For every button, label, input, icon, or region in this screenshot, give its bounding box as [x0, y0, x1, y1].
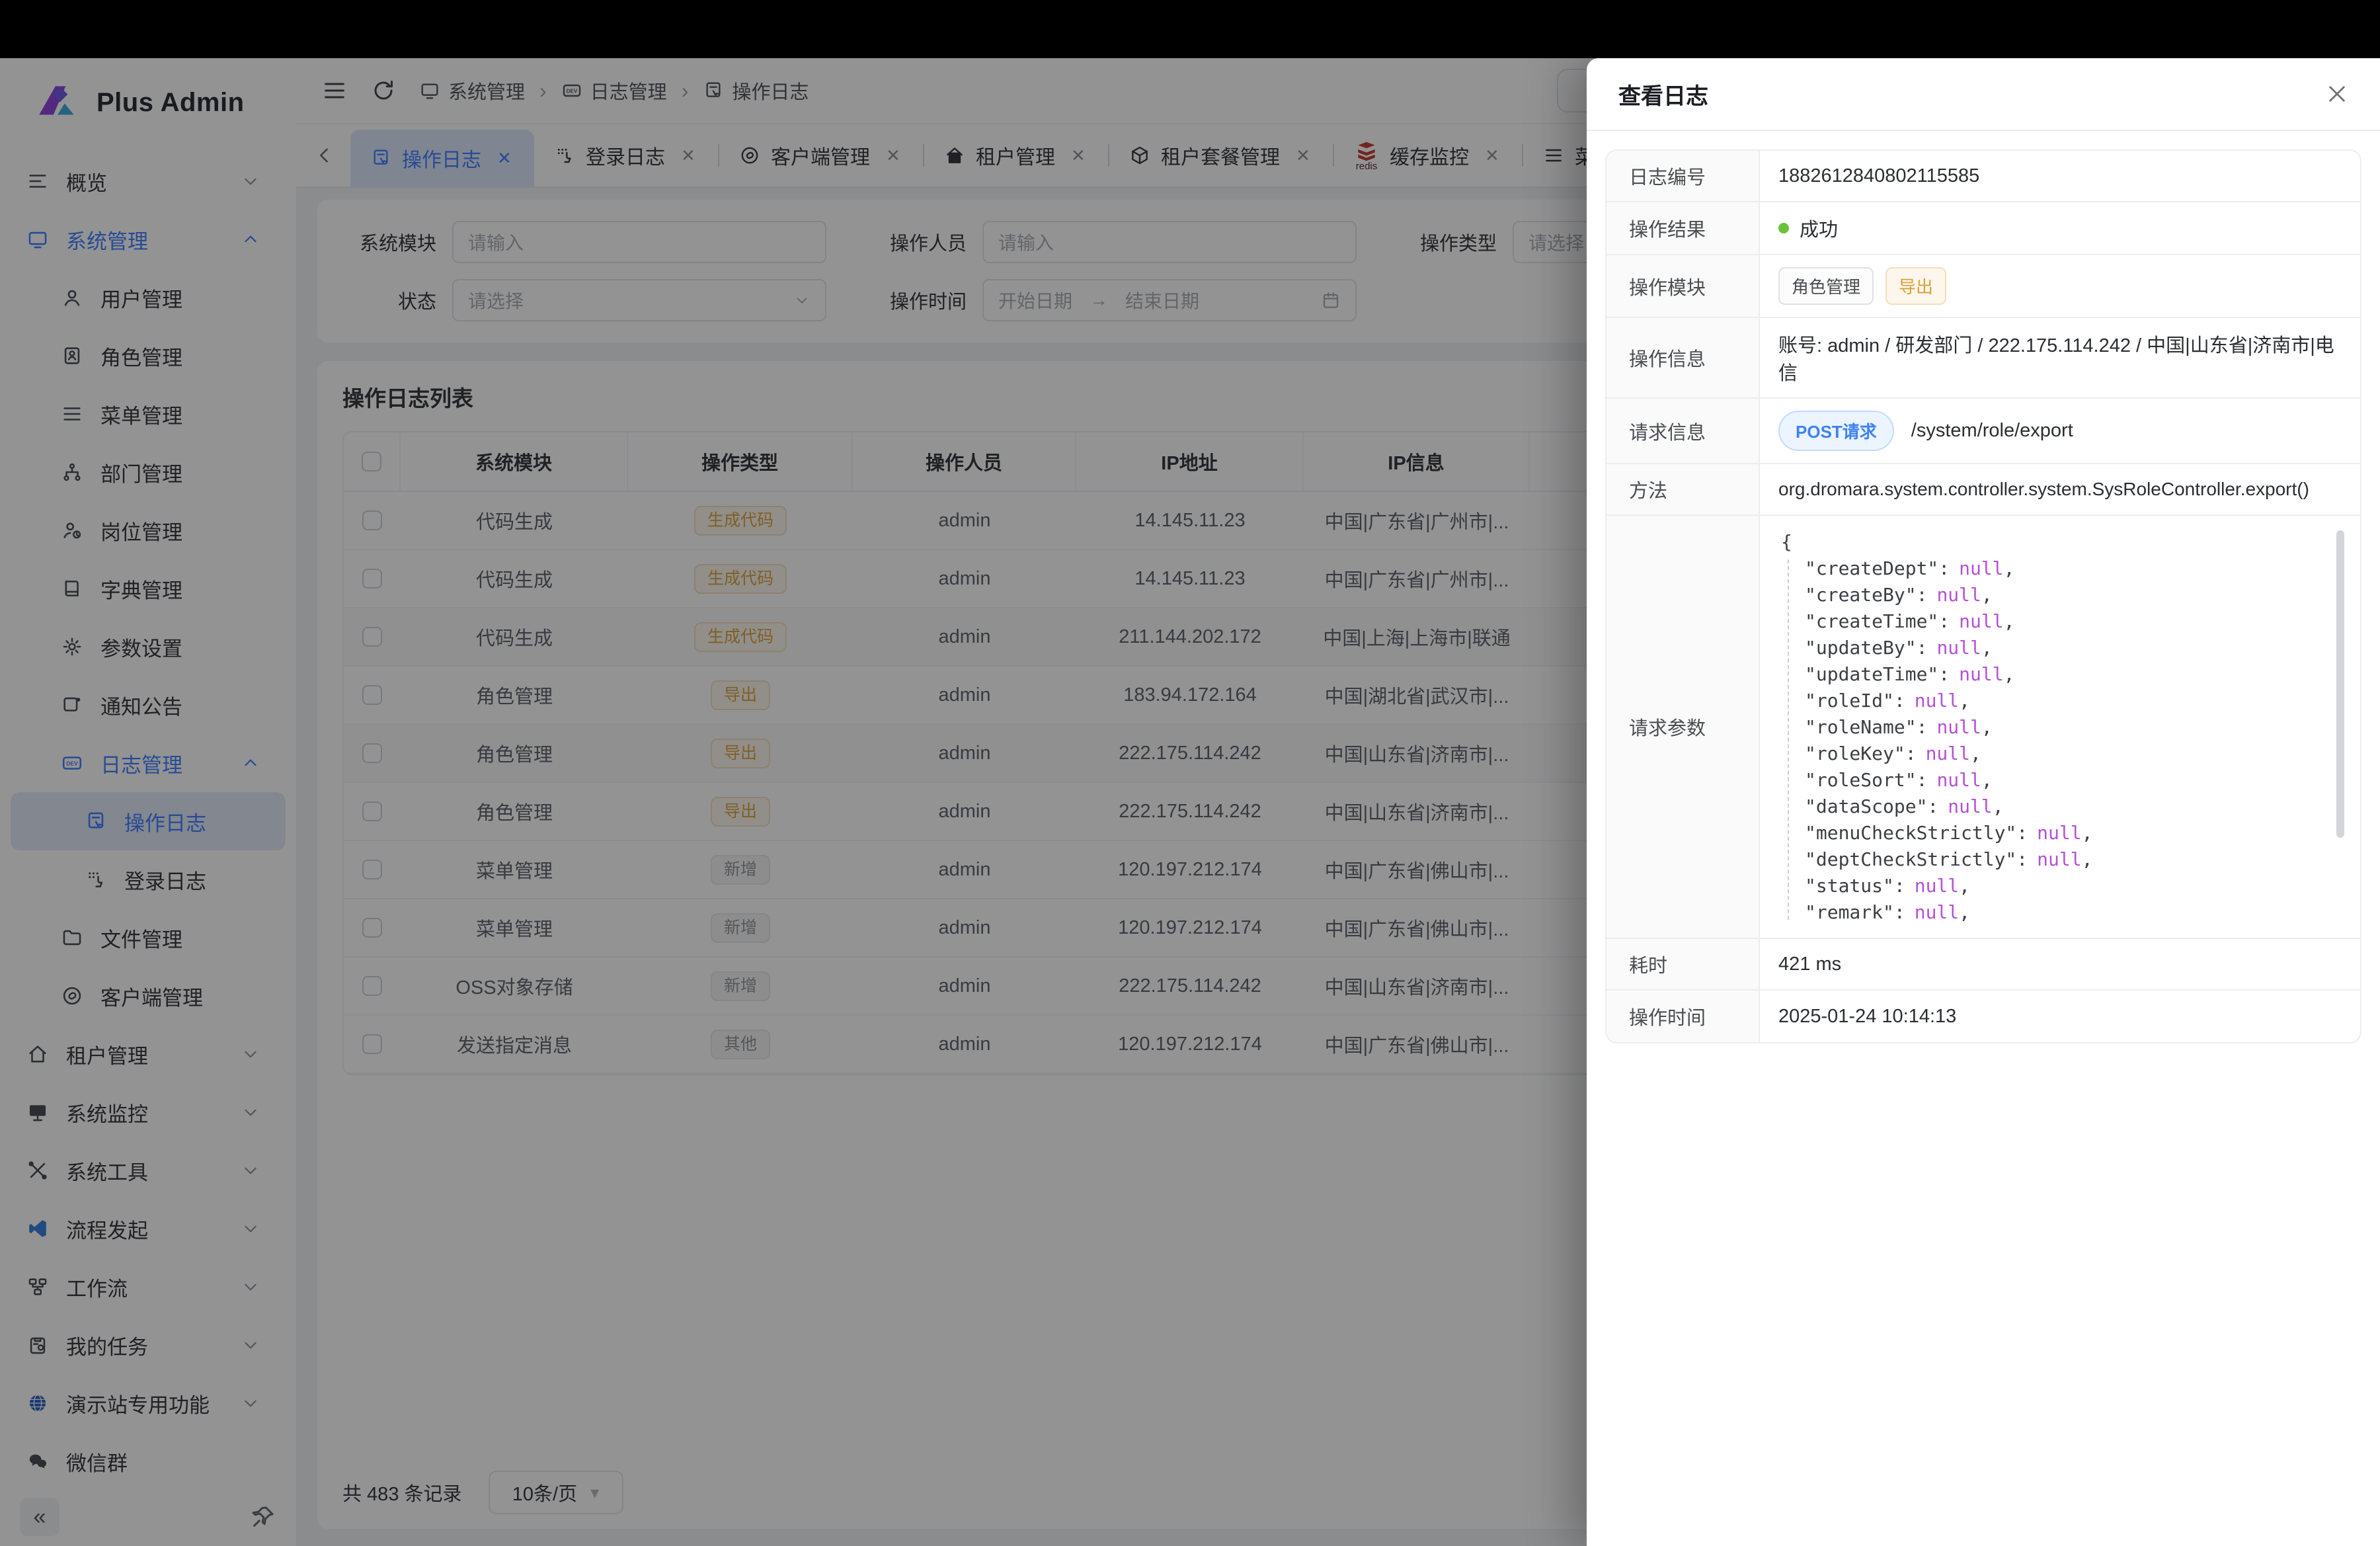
json-line: "status":null,: [1781, 873, 2347, 899]
json-line: "roleKey":null,: [1781, 741, 2347, 767]
json-line: "roleName":null,: [1781, 714, 2347, 741]
json-line: "updateBy":null,: [1781, 635, 2347, 661]
json-line: "roleId":null,: [1781, 688, 2347, 714]
json-line: "createBy":null,: [1781, 582, 2347, 608]
operation-time-value: 2025-01-24 10:14:13: [1760, 991, 2360, 1042]
detail-label: 操作时间: [1606, 991, 1760, 1042]
json-line: "menuCheckStrictly":null,: [1781, 820, 2347, 846]
json-line: "createTime":null,: [1781, 608, 2347, 635]
method-value: org.dromara.system.controller.system.Sys…: [1760, 464, 2360, 514]
detail-row-log-id: 日志编号 1882612840802115585: [1606, 151, 2360, 202]
json-line: "remark":null,: [1781, 899, 2347, 926]
drawer-title: 查看日志: [1618, 78, 1708, 110]
drawer-header: 查看日志: [1587, 58, 2380, 131]
result-text: 成功: [1800, 214, 1838, 242]
cost-value: 421 ms: [1760, 939, 2360, 989]
detail-row-request: 请求信息 POST请求 /system/role/export: [1606, 399, 2360, 464]
detail-row-method: 方法 org.dromara.system.controller.system.…: [1606, 464, 2360, 516]
detail-row-cost: 耗时 421 ms: [1606, 939, 2360, 991]
close-icon[interactable]: [2324, 81, 2350, 106]
detail-label: 方法: [1606, 464, 1760, 514]
request-params-json-viewer[interactable]: { "createDept":null, "createBy":null, "c…: [1777, 524, 2347, 930]
json-scrollbar-thumb[interactable]: [2336, 530, 2344, 838]
detail-label: 请求参数: [1606, 516, 1760, 938]
detail-row-module: 操作模块 角色管理 导出: [1606, 255, 2360, 318]
log-detail-table: 日志编号 1882612840802115585 操作结果 成功 操作模块 角色…: [1605, 149, 2361, 1043]
operation-info-value: 账号: admin / 研发部门 / 222.175.114.242 / 中国|…: [1760, 318, 2360, 397]
detail-row-time: 操作时间 2025-01-24 10:14:13: [1606, 991, 2360, 1042]
detail-row-params: 请求参数 { "createDept":null, "createBy":nul…: [1606, 516, 2360, 939]
indent-guide: [1788, 559, 1789, 920]
module-badge: 角色管理: [1778, 267, 1874, 305]
view-log-drawer: 查看日志 日志编号 1882612840802115585 操作结果 成功 操作…: [1587, 58, 2380, 1546]
detail-row-info: 操作信息 账号: admin / 研发部门 / 222.175.114.242 …: [1606, 318, 2360, 399]
detail-label: 操作模块: [1606, 255, 1760, 317]
detail-label: 操作信息: [1606, 318, 1760, 397]
log-id-value: 1882612840802115585: [1760, 151, 2360, 201]
json-line: "deptCheckStrictly":null,: [1781, 846, 2347, 873]
type-badge: 导出: [1885, 267, 1946, 305]
json-line: "createDept":null,: [1781, 555, 2347, 582]
request-path: /system/role/export: [1911, 420, 2073, 442]
detail-row-result: 操作结果 成功: [1606, 202, 2360, 255]
json-line: "dataScope":null,: [1781, 793, 2347, 820]
detail-label: 日志编号: [1606, 151, 1760, 201]
json-line: "roleSort":null,: [1781, 767, 2347, 793]
detail-label: 操作结果: [1606, 202, 1760, 254]
post-method-badge: POST请求: [1778, 411, 1894, 451]
json-line: "updateTime":null,: [1781, 661, 2347, 688]
success-status-dot: [1778, 223, 1789, 233]
detail-label: 请求信息: [1606, 399, 1760, 463]
detail-label: 耗时: [1606, 939, 1760, 989]
json-line: {: [1781, 529, 2347, 555]
